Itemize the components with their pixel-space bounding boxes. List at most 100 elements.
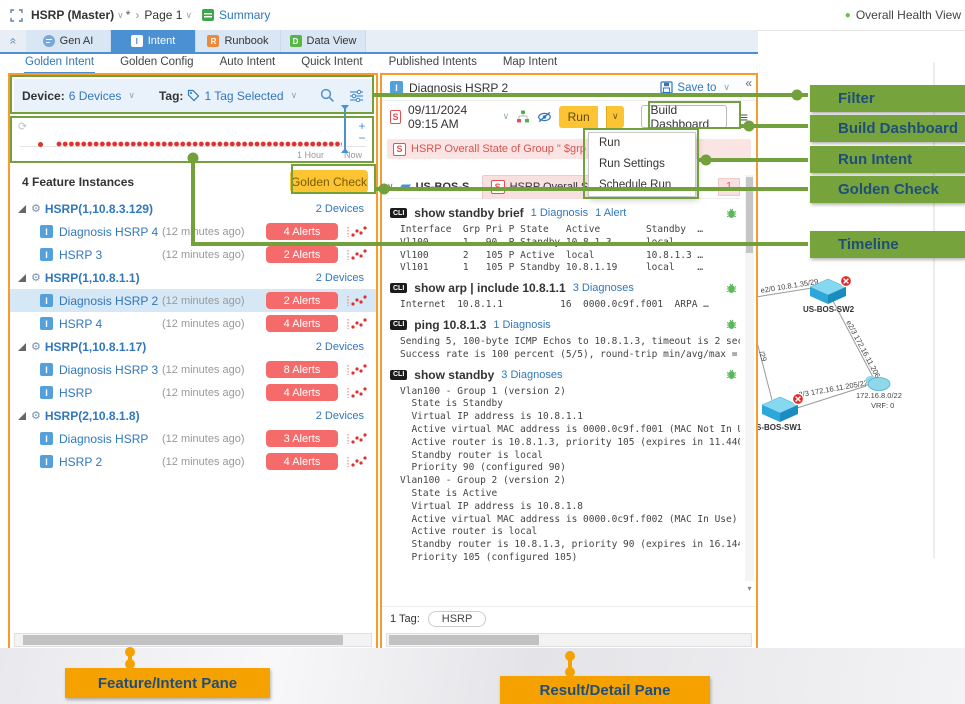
diagnosis-link[interactable]: 1 Diagnosis	[493, 319, 550, 331]
diagnosis-bug-icon[interactable]	[725, 368, 738, 381]
intent-instance-row[interactable]: I HSRP 3 (12 minutes ago) 2 Alerts	[10, 243, 376, 266]
diagnosis-bug-icon[interactable]	[725, 207, 738, 220]
alerts-button[interactable]: 4 Alerts	[266, 223, 338, 240]
search-icon[interactable]	[320, 88, 335, 103]
tag-caret-icon[interactable]: ∨	[291, 90, 298, 101]
intent-instance-row[interactable]: I HSRP 2 (12 minutes ago) 4 Alerts	[10, 450, 376, 473]
collapse-ribbon-icon[interactable]: «	[0, 30, 26, 52]
scrollbar-thumb[interactable]	[23, 635, 343, 645]
timeline-slider-handle[interactable]	[340, 105, 350, 153]
vertical-scrollbar[interactable]: ▾	[745, 175, 754, 581]
alert-link[interactable]: 1 Alert	[595, 207, 626, 219]
cli-results-area[interactable]: CLI show standby brief 1 Diagnosis 1 Ale…	[390, 200, 740, 582]
alerts-button[interactable]: 8 Alerts	[266, 361, 338, 378]
menu-item-run-settings[interactable]: Run Settings	[589, 154, 695, 175]
timestamp-caret-icon[interactable]: ∨	[503, 111, 510, 122]
refresh-icon[interactable]: ⟳	[18, 120, 27, 133]
diagnosis-link[interactable]: 1 Diagnosis	[531, 207, 588, 219]
feature-group-row[interactable]: ⚙ HSRP(1,10.8.3.129) 2 Devices	[10, 197, 376, 220]
diagnosis-bug-icon[interactable]	[725, 282, 738, 295]
tab-intent[interactable]: I Intent	[111, 30, 196, 52]
group-devices-link[interactable]: 2 Devices	[316, 341, 364, 353]
build-dashboard-button[interactable]: Build Dashboard	[641, 105, 727, 128]
scroll-down-arrow-icon[interactable]: ▾	[745, 584, 754, 593]
group-devices-link[interactable]: 2 Devices	[316, 410, 364, 422]
tag-pill[interactable]: HSRP	[428, 611, 487, 627]
group-devices-link[interactable]: 2 Devices	[316, 203, 364, 215]
map-name[interactable]: HSRP (Master)	[31, 8, 114, 22]
expand-window-icon[interactable]	[10, 9, 23, 22]
golden-check-button[interactable]: Golden Check	[290, 170, 368, 193]
run-caret-button[interactable]: ∨	[606, 106, 623, 128]
tag-selector[interactable]: 1 Tag Selected	[204, 89, 283, 103]
menu-item-run[interactable]: Run	[589, 133, 695, 154]
timeline-zoom-out-button[interactable]: −	[356, 133, 368, 144]
alert-banner[interactable]: S HSRP Overall State of Group " $grp " -…	[387, 139, 751, 159]
alerts-button[interactable]: 4 Alerts	[266, 384, 338, 401]
horizontal-scrollbar[interactable]	[14, 633, 372, 647]
intent-instance-row[interactable]: I HSRP (12 minutes ago) 4 Alerts	[10, 381, 376, 404]
subtab-quick-intent[interactable]: Quick Intent	[288, 54, 375, 73]
trend-sparkline-icon[interactable]	[346, 248, 368, 262]
intent-instance-row[interactable]: I HSRP 4 (12 minutes ago) 4 Alerts	[10, 312, 376, 335]
save-to-button[interactable]: Save to ∨	[660, 81, 730, 94]
alerts-button[interactable]: 2 Alerts	[266, 246, 338, 263]
tab-gen-ai[interactable]: Gen AI	[26, 30, 111, 52]
intent-instance-row[interactable]: I Diagnosis HSRP 4 (12 minutes ago) 4 Al…	[10, 220, 376, 243]
subtab-published-intents[interactable]: Published Intents	[376, 54, 490, 73]
feature-group-row[interactable]: ⚙ HSRP(1,10.8.1.17) 2 Devices	[10, 335, 376, 358]
page-caret-icon[interactable]: ∨	[185, 10, 192, 21]
alerts-button[interactable]: 4 Alerts	[266, 453, 338, 470]
expand-triangle-icon[interactable]	[18, 343, 26, 351]
device-tab[interactable]: US-BOS-S...	[416, 181, 478, 193]
diagnosis-bug-icon[interactable]	[725, 318, 738, 331]
tab-runbook[interactable]: R Runbook	[196, 30, 281, 52]
expand-triangle-icon[interactable]	[18, 205, 26, 213]
subtab-map-intent[interactable]: Map Intent	[490, 54, 570, 73]
page-name[interactable]: Page 1	[144, 8, 182, 22]
subtab-golden-intent[interactable]: Golden Intent	[12, 54, 107, 73]
trend-sparkline-icon[interactable]	[346, 455, 368, 469]
menu-item-schedule-run[interactable]: Schedule Run	[589, 175, 695, 196]
trend-sparkline-icon[interactable]	[346, 432, 368, 446]
compare-hierarchy-icon[interactable]	[516, 110, 530, 123]
expand-triangle-icon[interactable]	[18, 274, 26, 282]
run-button[interactable]: Run	[559, 106, 598, 128]
diagnosis-link[interactable]: 3 Diagnoses	[573, 282, 634, 294]
subtab-golden-config[interactable]: Golden Config	[107, 54, 207, 73]
feature-group-row[interactable]: ⚙ HSRP(2,10.8.1.8) 2 Devices	[10, 404, 376, 427]
trend-sparkline-icon[interactable]	[346, 363, 368, 377]
scrollbar-thumb[interactable]	[746, 177, 753, 253]
summary-link[interactable]: Summary	[219, 8, 270, 22]
trend-sparkline-icon[interactable]	[346, 294, 368, 308]
collapse-pane-icon[interactable]: «	[745, 76, 752, 90]
horizontal-scrollbar[interactable]	[386, 633, 752, 647]
more-menu-icon[interactable]: ≡	[740, 109, 748, 125]
trend-sparkline-icon[interactable]	[346, 317, 368, 331]
scrollbar-thumb[interactable]	[389, 635, 539, 645]
device-caret-icon[interactable]: ∨	[387, 181, 394, 192]
result-timestamp[interactable]: 09/11/2024 09:15 AM	[408, 103, 493, 131]
group-devices-link[interactable]: 2 Devices	[316, 272, 364, 284]
trend-sparkline-icon[interactable]	[346, 386, 368, 400]
filter-icon[interactable]	[349, 89, 364, 102]
alerts-button[interactable]: 3 Alerts	[266, 430, 338, 447]
overall-health-view[interactable]: ● Overall Health View	[845, 8, 965, 22]
subtab-auto-intent[interactable]: Auto Intent	[207, 54, 289, 73]
tab-data-view[interactable]: D Data View	[281, 30, 366, 52]
trend-sparkline-icon[interactable]	[346, 225, 368, 239]
switch-node-us-bos-sw1[interactable]: S-BOS-SW1	[756, 394, 804, 433]
device-selector[interactable]: 6 Devices	[69, 89, 122, 103]
device-caret-icon[interactable]: ∨	[128, 90, 135, 101]
expand-triangle-icon[interactable]	[18, 412, 26, 420]
intent-instance-row-selected[interactable]: I Diagnosis HSRP 2 (12 minutes ago) 2 Al…	[10, 289, 376, 312]
intent-instance-row[interactable]: I Diagnosis HSRP 3 (12 minutes ago) 8 Al…	[10, 358, 376, 381]
alert-timeline[interactable]: ⟳ 1 Hour Now + −	[14, 120, 372, 164]
map-name-caret-icon[interactable]: ∨	[117, 10, 124, 21]
alerts-button[interactable]: 2 Alerts	[266, 292, 338, 309]
feature-group-row[interactable]: ⚙ HSRP(1,10.8.1.1) 2 Devices	[10, 266, 376, 289]
diagnosis-link[interactable]: 3 Diagnoses	[501, 369, 562, 381]
intent-instance-row[interactable]: I Diagnosis HSRP (12 minutes ago) 3 Aler…	[10, 427, 376, 450]
alerts-button[interactable]: 4 Alerts	[266, 315, 338, 332]
hide-eye-icon[interactable]	[537, 111, 552, 123]
